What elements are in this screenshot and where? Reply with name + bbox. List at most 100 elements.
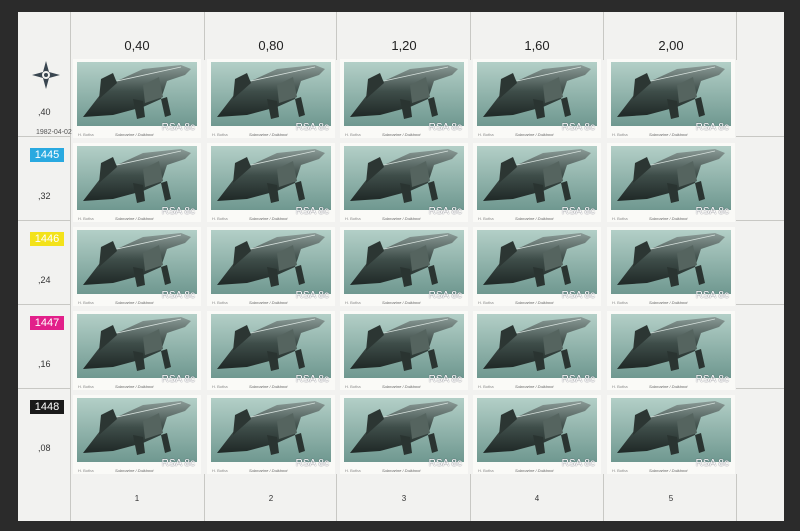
row-cumulative-value: ,32 <box>38 191 51 201</box>
stamp-caption: Submarine / Duikboot <box>382 468 421 473</box>
row-cumulative-value: ,16 <box>38 359 51 369</box>
stamp-value: RSA 8c <box>428 206 462 217</box>
stamp: RSA 8c Submarine / Duikboot H. Botha <box>473 311 601 390</box>
designer-credit: H. Botha <box>612 300 628 305</box>
stamp: RSA 8c Submarine / Duikboot H. Botha <box>473 227 601 306</box>
stamp-caption: Submarine / Duikboot <box>115 132 154 137</box>
stamp-value: RSA 8c <box>695 122 729 133</box>
stamp-sheet: 0,40 0,80 1,20 1,60 2,00 1982-04-02 ,40 … <box>18 12 784 521</box>
cumulative-value-top: 0,80 <box>258 38 284 53</box>
designer-credit: H. Botha <box>78 300 94 305</box>
stamp-caption: Submarine / Duikboot <box>382 384 421 389</box>
designer-credit: H. Botha <box>612 468 628 473</box>
stamp-caption: Submarine / Duikboot <box>249 384 288 389</box>
designer-credit: H. Botha <box>212 216 228 221</box>
stamp: RSA 8c Submarine / Duikboot H. Botha <box>473 59 601 138</box>
designer-credit: H. Botha <box>478 468 494 473</box>
stamp-value: RSA 8c <box>161 290 195 301</box>
column-gutter <box>204 474 205 521</box>
stamp-value: RSA 8c <box>295 122 329 133</box>
designer-credit: H. Botha <box>345 300 361 305</box>
designer-credit: H. Botha <box>345 384 361 389</box>
column-number: 4 <box>534 494 540 503</box>
registration-star-icon <box>32 61 60 89</box>
column-number: 1 <box>134 494 140 503</box>
stamp-caption: Submarine / Duikboot <box>515 300 554 305</box>
designer-credit: H. Botha <box>478 384 494 389</box>
designer-credit: H. Botha <box>78 468 94 473</box>
row-cumulative-value: ,24 <box>38 275 51 285</box>
stamp-value: RSA 8c <box>428 122 462 133</box>
column-gutter <box>603 12 604 60</box>
stamp: RSA 8c Submarine / Duikboot H. Botha <box>73 227 201 306</box>
stamp: RSA 8c Submarine / Duikboot H. Botha <box>207 227 335 306</box>
cumulative-value-top: 2,00 <box>658 38 684 53</box>
stamp-value: RSA 8c <box>428 374 462 385</box>
designer-credit: H. Botha <box>212 384 228 389</box>
stamp-caption: Submarine / Duikboot <box>249 216 288 221</box>
stamp: RSA 8c Submarine / Duikboot H. Botha <box>607 227 735 306</box>
issue-date: 1982-04-02 <box>36 129 72 136</box>
stamp-caption: Submarine / Duikboot <box>115 300 154 305</box>
stamp-value: RSA 8c <box>161 458 195 469</box>
stamp: RSA 8c Submarine / Duikboot H. Botha <box>73 143 201 222</box>
stamp-caption: Submarine / Duikboot <box>115 384 154 389</box>
stamp: RSA 8c Submarine / Duikboot H. Botha <box>340 227 468 306</box>
stamp: RSA 8c Submarine / Duikboot H. Botha <box>340 395 468 474</box>
stamp-caption: Submarine / Duikboot <box>515 216 554 221</box>
stamp-caption: Submarine / Duikboot <box>649 300 688 305</box>
designer-credit: H. Botha <box>612 132 628 137</box>
column-gutter <box>70 12 71 521</box>
column-gutter <box>736 474 737 521</box>
stamp: RSA 8c Submarine / Duikboot H. Botha <box>473 395 601 474</box>
stamp-caption: Submarine / Duikboot <box>382 216 421 221</box>
designer-credit: H. Botha <box>78 216 94 221</box>
stamp-value: RSA 8c <box>695 458 729 469</box>
designer-credit: H. Botha <box>478 300 494 305</box>
designer-credit: H. Botha <box>345 468 361 473</box>
designer-credit: H. Botha <box>345 216 361 221</box>
stamp-value: RSA 8c <box>561 458 595 469</box>
stamp-value: RSA 8c <box>295 374 329 385</box>
plate-number-magenta: 1447 <box>30 316 64 330</box>
row-gutter <box>18 136 70 137</box>
stamp-value: RSA 8c <box>695 374 729 385</box>
stamp-value: RSA 8c <box>161 206 195 217</box>
stamp-caption: Submarine / Duikboot <box>382 300 421 305</box>
column-gutter <box>204 12 205 60</box>
designer-credit: H. Botha <box>212 300 228 305</box>
row-gutter <box>18 304 70 305</box>
stamp-caption: Submarine / Duikboot <box>115 216 154 221</box>
stamp: RSA 8c Submarine / Duikboot H. Botha <box>73 311 201 390</box>
stamp: RSA 8c Submarine / Duikboot H. Botha <box>607 311 735 390</box>
row-gutter <box>736 304 784 305</box>
cumulative-value-top: 1,60 <box>524 38 550 53</box>
designer-credit: H. Botha <box>478 132 494 137</box>
row-gutter <box>736 388 784 389</box>
stamp-value: RSA 8c <box>161 122 195 133</box>
stamp-value: RSA 8c <box>561 122 595 133</box>
stamp-value: RSA 8c <box>428 290 462 301</box>
stamp-caption: Submarine / Duikboot <box>649 132 688 137</box>
stamp-caption: Submarine / Duikboot <box>249 300 288 305</box>
plate-number-black: 1448 <box>30 400 64 414</box>
row-gutter <box>736 220 784 221</box>
stamp-value: RSA 8c <box>295 290 329 301</box>
row-gutter <box>18 220 70 221</box>
designer-credit: H. Botha <box>78 132 94 137</box>
column-gutter <box>336 12 337 60</box>
stamp: RSA 8c Submarine / Duikboot H. Botha <box>473 143 601 222</box>
column-gutter <box>603 474 604 521</box>
stamp-caption: Submarine / Duikboot <box>649 216 688 221</box>
stamp: RSA 8c Submarine / Duikboot H. Botha <box>340 59 468 138</box>
designer-credit: H. Botha <box>612 216 628 221</box>
designer-credit: H. Botha <box>212 468 228 473</box>
stamp-caption: Submarine / Duikboot <box>249 132 288 137</box>
stamp-value: RSA 8c <box>561 374 595 385</box>
stamp: RSA 8c Submarine / Duikboot H. Botha <box>607 395 735 474</box>
stamp-caption: Submarine / Duikboot <box>382 132 421 137</box>
stamp: RSA 8c Submarine / Duikboot H. Botha <box>207 311 335 390</box>
column-number: 2 <box>268 494 274 503</box>
cumulative-value-top: 0,40 <box>124 38 150 53</box>
designer-credit: H. Botha <box>78 384 94 389</box>
